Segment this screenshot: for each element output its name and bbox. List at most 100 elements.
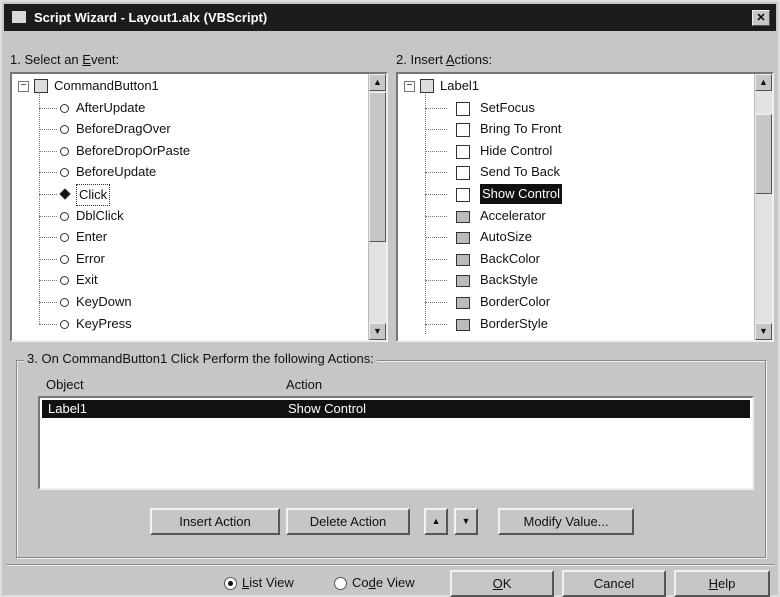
event-item[interactable]: KeyPress xyxy=(76,314,132,334)
select-event-label: 1. Select an Event: xyxy=(10,52,120,67)
scroll-up-arrow-icon[interactable]: ▲ xyxy=(755,74,772,91)
close-button[interactable]: ✕ xyxy=(752,10,770,26)
property-icon xyxy=(456,232,470,245)
method-icon xyxy=(456,188,470,202)
event-icon xyxy=(60,168,69,178)
event-item[interactable]: Error xyxy=(76,249,105,269)
tree-connector xyxy=(425,302,447,303)
title-bar[interactable]: Script Wizard - Layout1.alx (VBScript) ✕ xyxy=(4,4,776,31)
event-icon xyxy=(60,254,69,264)
action-property-item[interactable]: AutoSize xyxy=(480,227,532,247)
action-property-item[interactable]: BackColor xyxy=(480,249,540,269)
property-icon xyxy=(456,253,470,266)
event-icon xyxy=(60,276,69,286)
event-item[interactable]: KeyDown xyxy=(76,292,132,312)
tree-connector xyxy=(425,150,447,152)
tree-connector xyxy=(425,194,447,195)
insert-actions-label: 2. Insert Actions: xyxy=(396,52,493,67)
action-property-item[interactable]: BackStyle xyxy=(480,270,538,290)
event-icon xyxy=(60,146,69,156)
event-item[interactable]: BeforeDropOrPaste xyxy=(76,141,190,161)
tree-connector xyxy=(39,150,57,152)
event-item[interactable]: Click xyxy=(76,184,111,206)
code-view-radio[interactable] xyxy=(334,577,347,590)
tree-connector xyxy=(39,323,57,325)
action-list[interactable]: Label1 Show Control xyxy=(38,396,754,490)
property-icon xyxy=(456,275,470,288)
tree-connector xyxy=(39,92,40,324)
event-item[interactable]: BeforeUpdate xyxy=(76,162,156,182)
action-scrollbar[interactable]: ▲ ▼ xyxy=(754,74,772,340)
collapse-icon[interactable]: − xyxy=(18,81,29,92)
scroll-thumb[interactable] xyxy=(755,114,772,194)
method-icon xyxy=(456,101,470,116)
modify-value-button[interactable]: Modify Value... xyxy=(498,508,634,535)
tree-connector xyxy=(39,172,57,174)
col-action-header: Action xyxy=(286,377,323,392)
action-property-item[interactable]: BorderStyle xyxy=(480,314,548,334)
list-view-label[interactable]: List View xyxy=(242,575,294,590)
event-tree-content: − CommandButton1 AfterUpdate BeforeDragOver… xyxy=(12,74,368,340)
action-property-item[interactable]: BorderColor xyxy=(480,292,550,312)
help-button[interactable]: Help xyxy=(674,570,770,597)
ok-button[interactable]: OK xyxy=(450,570,554,597)
row-action: Show Control xyxy=(288,401,367,416)
action-method-item[interactable]: SetFocus xyxy=(480,98,535,118)
insert-action-button[interactable]: Insert Action xyxy=(150,508,280,535)
object-icon xyxy=(34,79,48,93)
event-icon xyxy=(60,125,69,135)
tree-connector xyxy=(425,258,447,260)
tree-root-node[interactable]: Label1 xyxy=(440,76,479,96)
tree-connector xyxy=(39,194,57,195)
event-icon xyxy=(60,298,69,307)
event-icon xyxy=(59,188,71,200)
action-method-item[interactable]: Hide Control xyxy=(480,141,552,161)
event-tree[interactable]: − CommandButton1 AfterUpdate BeforeDragOver… xyxy=(10,72,388,342)
tree-connector xyxy=(425,107,447,109)
script-wizard-window: Script Wizard - Layout1.alx (VBScript) ✕… xyxy=(0,0,780,597)
event-icon xyxy=(60,103,69,113)
collapse-icon[interactable]: − xyxy=(404,81,415,92)
action-list-row[interactable]: Label1 Show Control xyxy=(42,400,750,418)
action-tree[interactable]: − Label1 SetFocus Bring To Front Hide Contro… xyxy=(396,72,774,342)
scroll-thumb[interactable] xyxy=(369,92,386,242)
tree-connector xyxy=(39,215,57,217)
delete-action-button[interactable]: Delete Action xyxy=(286,508,410,535)
property-icon xyxy=(456,318,470,331)
event-item[interactable]: Exit xyxy=(76,270,98,290)
list-view-radio[interactable] xyxy=(224,577,237,590)
event-item[interactable]: AfterUpdate xyxy=(76,98,145,118)
tree-connector xyxy=(39,280,57,282)
tree-connector xyxy=(425,323,447,325)
tree-connector xyxy=(425,172,447,174)
code-view-label[interactable]: Code View xyxy=(352,575,415,590)
property-icon xyxy=(456,297,470,309)
property-icon xyxy=(456,210,470,223)
tree-connector xyxy=(425,280,447,282)
event-item[interactable]: Enter xyxy=(76,227,107,247)
action-method-item[interactable]: Show Control xyxy=(480,184,563,204)
footer-divider xyxy=(6,564,774,566)
tree-connector xyxy=(425,215,447,217)
col-object-header: Object xyxy=(46,377,84,392)
action-property-item[interactable]: Accelerator xyxy=(480,206,546,226)
cancel-button[interactable]: Cancel xyxy=(562,570,666,597)
action-method-item[interactable]: Send To Back xyxy=(480,162,560,182)
tree-connector xyxy=(425,129,447,131)
window-title: Script Wizard - Layout1.alx (VBScript) xyxy=(34,10,268,25)
event-icon xyxy=(60,319,69,329)
perform-actions-label: 3. On CommandButton1 Click Perform the f… xyxy=(24,351,377,366)
event-scrollbar[interactable]: ▲ ▼ xyxy=(368,74,386,340)
scroll-up-arrow-icon[interactable]: ▲ xyxy=(369,74,386,91)
tree-connector xyxy=(39,237,57,239)
event-item[interactable]: BeforeDragOver xyxy=(76,119,171,139)
move-up-button[interactable]: ▲ xyxy=(424,508,448,535)
move-down-button[interactable]: ▼ xyxy=(454,508,478,535)
tree-root-node[interactable]: CommandButton1 xyxy=(54,76,159,96)
scroll-down-arrow-icon[interactable]: ▼ xyxy=(369,323,386,340)
event-item[interactable]: DblClick xyxy=(76,206,124,226)
tree-connector xyxy=(39,258,57,260)
tree-connector xyxy=(425,237,447,239)
action-method-item[interactable]: Bring To Front xyxy=(480,119,561,139)
scroll-down-arrow-icon[interactable]: ▼ xyxy=(755,323,772,340)
